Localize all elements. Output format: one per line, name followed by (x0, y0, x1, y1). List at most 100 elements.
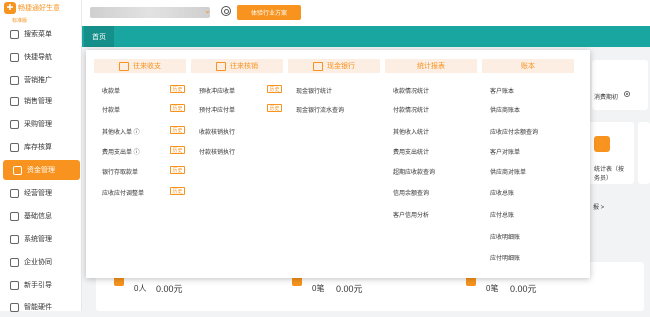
top-bar: ⌄ 体验行业方案 (82, 0, 650, 26)
menu-link[interactable]: 收款单 (102, 86, 120, 95)
menu-column-title: 往来收支 (133, 63, 161, 70)
menu-column-title: 现金银行 (327, 63, 355, 70)
logo-edition: 标准版 (12, 18, 28, 24)
history-button[interactable]: 历史 (170, 187, 185, 195)
stat-card-title: 统计表（按 (594, 167, 625, 173)
sidebar-item[interactable]: 智能硬件 (0, 297, 82, 317)
menu-link[interactable]: 现金银行统计 (296, 86, 332, 95)
writeoff-icon (216, 61, 226, 71)
guide-icon (10, 280, 19, 290)
sidebar-item[interactable]: 采购管理 (0, 114, 82, 134)
sidebar-item[interactable]: 库存核算 (0, 137, 82, 157)
menu-column-header: 往来收支 (94, 59, 186, 73)
trial-industry-button[interactable]: 体验行业方案 (237, 5, 301, 20)
menu-link[interactable]: 应收明细账 (490, 232, 520, 241)
history-button[interactable]: 历史 (170, 166, 185, 174)
sidebar-item[interactable]: 基础信息 (0, 206, 82, 226)
menu-link[interactable]: 付款情况统计 (393, 105, 429, 114)
menu-link[interactable]: 应付明细账 (490, 253, 520, 262)
sidebar-item-label: 经营管理 (24, 190, 52, 197)
logo-icon: ✚ (4, 2, 16, 14)
menu-column-header: 现金银行 (288, 59, 380, 73)
sidebar-item-label: 资金管理 (27, 167, 55, 174)
menu-link[interactable]: 付款核销执行 (199, 147, 235, 156)
menu-link[interactable]: 银行存取款单 (102, 167, 138, 176)
gear-icon[interactable] (221, 6, 231, 16)
chevron-down-icon[interactable]: ⌄ (204, 6, 211, 15)
history-button[interactable]: 历史 (267, 85, 282, 93)
stat-count: 0笔 (312, 284, 325, 293)
history-button[interactable]: 历史 (170, 104, 185, 112)
tab-home[interactable]: 首页 (84, 26, 114, 47)
menu-link[interactable]: 供应商对账单 (490, 167, 526, 176)
background-panel (592, 60, 648, 110)
sidebar-item[interactable]: 快捷导航 (0, 47, 82, 67)
menu-link[interactable]: 收款核销执行 (199, 127, 235, 136)
menu-link[interactable]: 现金银行流水查询 (296, 105, 344, 114)
menu-link[interactable]: 预付冲应付单 (199, 105, 235, 114)
menu-link[interactable]: 应收应付调整单 (102, 188, 144, 197)
menu-column-title: 账本 (521, 63, 535, 70)
sidebar-item-label: 库存核算 (24, 144, 52, 151)
menu-column-header: 账本 (482, 59, 574, 73)
search-icon (10, 29, 19, 39)
menu-link[interactable]: 信用余额查询 (393, 188, 429, 197)
sidebar-item[interactable]: 企业协同 (0, 252, 82, 272)
sidebar-item-label: 新手引导 (24, 282, 52, 289)
purchase-icon (10, 119, 19, 129)
tab-bar (82, 26, 650, 47)
sidebar-item[interactable]: 搜索菜单 (0, 24, 82, 44)
menu-link[interactable]: 费用支出单 ⓘ (102, 147, 140, 156)
sidebar-item[interactable]: 系统管理 (0, 229, 82, 249)
sidebar-item[interactable]: 销售管理 (0, 91, 82, 111)
menu-link[interactable]: 其他收入单 ⓘ (102, 127, 140, 136)
menu-link[interactable]: 应付总账 (490, 210, 514, 219)
menu-link[interactable]: 客户账本 (490, 86, 514, 95)
hardware-icon (10, 302, 19, 312)
menu-link[interactable]: 其他收入统计 (393, 127, 429, 136)
menu-link[interactable]: 应收总账 (490, 188, 514, 197)
menu-link[interactable]: 供应商账本 (490, 105, 520, 114)
sidebar-item[interactable]: 经营管理 (0, 183, 82, 203)
date-label: 消费期初 (594, 95, 619, 101)
sidebar: ✚ 畅捷通好生意 标准版 搜索菜单快捷导航营销推广销售管理采购管理库存核算资金管… (0, 0, 82, 312)
app-logo[interactable]: ✚ 畅捷通好生意 标准版 (4, 2, 78, 24)
report-link[interactable]: 报 > (593, 202, 604, 211)
menu-link[interactable]: 应收应付余额查询 (490, 127, 538, 136)
settings-icon (10, 234, 19, 244)
history-button[interactable]: 历史 (170, 126, 185, 134)
menu-column-title: 往来核销 (230, 63, 258, 70)
sidebar-item[interactable]: 新手引导 (0, 275, 82, 295)
sidebar-item[interactable]: 资金管理 (3, 160, 80, 180)
info-icon (10, 211, 19, 221)
stat-amount: 0.00元 (336, 284, 363, 294)
history-button[interactable]: 历史 (267, 104, 282, 112)
stat-count: 0笔 (486, 284, 499, 293)
sidebar-item-label: 营销推广 (24, 77, 52, 84)
history-button[interactable]: 历史 (170, 85, 185, 93)
radio-icon[interactable] (624, 91, 630, 97)
marketing-icon (10, 75, 19, 85)
menu-link[interactable]: 预收冲应收单 (199, 86, 235, 95)
company-name-blurred[interactable] (90, 7, 210, 18)
stat-card-edge (638, 122, 650, 184)
sidebar-item[interactable]: 营销推广 (0, 70, 82, 90)
history-button[interactable]: 历史 (170, 146, 185, 154)
menu-column-title: 统计报表 (417, 63, 445, 70)
menu-link[interactable]: 收款情况统计 (393, 86, 429, 95)
menu-link[interactable]: 费用支出统计 (393, 147, 429, 156)
business-icon (10, 188, 19, 198)
menu-link[interactable]: 超期应收款查询 (393, 167, 435, 176)
menu-column-header: 统计报表 (385, 59, 477, 73)
sidebar-item-label: 销售管理 (24, 98, 52, 105)
menu-link[interactable]: 客户对账单 (490, 147, 520, 156)
stat-card-subtitle: 务员） (594, 176, 613, 182)
money-flow-icon (119, 61, 129, 71)
money-icon (13, 165, 22, 175)
menu-link[interactable]: 客户信用分析 (393, 210, 429, 219)
sidebar-item-label: 快捷导航 (24, 54, 52, 61)
sidebar-item-label: 采购管理 (24, 121, 52, 128)
finance-menu-dropdown: 往来收支 收款单 历史 付款单 历史 其他收入单 ⓘ 历史 费用支出单 ⓘ 历史 银行存取款单 历史… (86, 50, 590, 278)
menu-link[interactable]: 付款单 (102, 105, 120, 114)
sidebar-item-label: 系统管理 (24, 236, 52, 243)
